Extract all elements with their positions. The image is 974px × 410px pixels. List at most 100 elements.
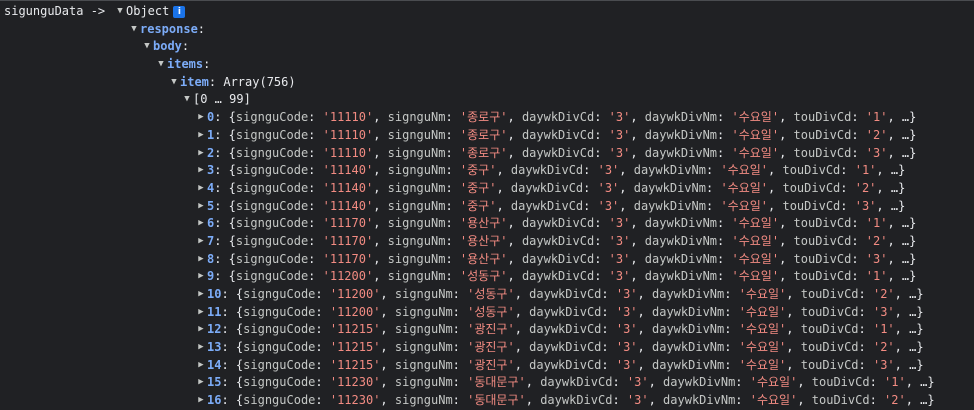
- collapsed-triangle-icon[interactable]: ▶: [195, 286, 207, 304]
- expanded-triangle-icon[interactable]: ▼: [155, 56, 167, 74]
- daywk-cd-value: '3': [597, 180, 620, 195]
- signgu-name-value: '용산구': [459, 251, 508, 266]
- collapsed-triangle-icon[interactable]: ▶: [195, 127, 207, 145]
- daywk-nm-value: '수요일': [720, 180, 769, 195]
- signgu-code-value: '11230': [329, 375, 381, 390]
- field-name: signguCode: [235, 198, 309, 213]
- collapsed-triangle-icon[interactable]: ▶: [195, 251, 207, 269]
- ellipsis: …: [890, 163, 899, 178]
- expanded-triangle-icon[interactable]: ▼: [128, 21, 140, 39]
- expanded-triangle-icon[interactable]: ▼: [141, 38, 153, 56]
- ellipsis: …: [890, 180, 899, 195]
- signgu-name-value: '종로구': [459, 145, 508, 160]
- daywk-nm-value: '수요일': [749, 375, 798, 390]
- field-name: daywkDivNm: [663, 393, 736, 408]
- array-rows: ▶ 0: {signguCode: '11110', signguNm: '종로구…: [0, 109, 974, 410]
- collapsed-triangle-icon[interactable]: ▶: [195, 304, 207, 322]
- collapsed-triangle-icon[interactable]: ▶: [195, 374, 207, 392]
- daywk-nm-value: '수요일': [749, 393, 798, 408]
- array-entry[interactable]: ▶ 15: {signguCode: '11230', signguNm: '동대…: [0, 374, 974, 392]
- array-entry[interactable]: ▶ 0: {signguCode: '11110', signguNm: '종로구…: [0, 109, 974, 127]
- field-name: daywkDivCd: [521, 110, 595, 125]
- collapsed-triangle-icon[interactable]: ▶: [195, 162, 207, 180]
- ellipsis: …: [890, 198, 899, 213]
- info-icon[interactable]: i: [173, 5, 186, 18]
- array-entry[interactable]: ▶ 12: {signguCode: '11215', signguNm: '광진…: [0, 321, 974, 339]
- daywk-nm-value: '수요일': [738, 304, 787, 319]
- field-name: daywkDivCd: [510, 163, 584, 178]
- field-name: touDivCd: [793, 110, 852, 125]
- expanded-triangle-icon[interactable]: ▼: [114, 3, 126, 21]
- collapsed-triangle-icon[interactable]: ▶: [195, 321, 207, 339]
- daywk-cd-value: '3': [608, 216, 631, 231]
- log-root-line[interactable]: sigunguData -> ▼ Object i: [0, 3, 974, 21]
- field-name: signguCode: [243, 375, 316, 390]
- field-name: signguCode: [243, 357, 316, 372]
- array-entry[interactable]: ▶ 2: {signguCode: '11110', signguNm: '종로구…: [0, 145, 974, 163]
- array-entry[interactable]: ▶ 10: {signguCode: '11200', signguNm: '성동…: [0, 286, 974, 304]
- field-name: daywkDivNm: [644, 110, 718, 125]
- collapsed-triangle-icon[interactable]: ▶: [195, 180, 207, 198]
- array-entry[interactable]: ▶ 6: {signguCode: '11170', signguNm: '용산구…: [0, 215, 974, 233]
- field-name: daywkDivCd: [521, 145, 595, 160]
- daywk-cd-value: '3': [615, 287, 638, 301]
- signgu-code-value: '11215': [329, 322, 381, 337]
- array-entry[interactable]: ▶ 9: {signguCode: '11200', signguNm: '성동구…: [0, 268, 974, 286]
- field-name: daywkDivCd: [529, 287, 602, 301]
- collapsed-triangle-icon[interactable]: ▶: [195, 215, 207, 233]
- field-name: daywkDivNm: [652, 304, 725, 319]
- signgu-code-value: '11110': [322, 127, 374, 142]
- daywk-nm-value: '수요일': [731, 216, 780, 231]
- field-name: touDivCd: [811, 375, 870, 390]
- node-key: response: [140, 21, 198, 36]
- collapsed-triangle-icon[interactable]: ▶: [195, 233, 207, 251]
- tou-cd-value: '3': [865, 145, 888, 160]
- array-summary: Array(756): [223, 74, 296, 89]
- tou-cd-value: '1': [865, 110, 888, 125]
- tree-node-body[interactable]: ▼ body:: [0, 38, 974, 56]
- tou-cd-value: '3': [872, 357, 895, 372]
- array-entry[interactable]: ▶ 8: {signguCode: '11170', signguNm: '용산구…: [0, 251, 974, 269]
- field-name: touDivCd: [800, 304, 859, 319]
- array-entry[interactable]: ▶ 4: {signguCode: '11140', signguNm: '중구'…: [0, 180, 974, 198]
- collapsed-triangle-icon[interactable]: ▶: [195, 109, 207, 127]
- field-name: signguNm: [394, 322, 453, 337]
- collapsed-triangle-icon[interactable]: ▶: [195, 339, 207, 357]
- array-entry[interactable]: ▶ 13: {signguCode: '11215', signguNm: '광진…: [0, 339, 974, 357]
- expanded-triangle-icon[interactable]: ▼: [168, 74, 180, 92]
- field-name: daywkDivCd: [529, 340, 602, 355]
- daywk-nm-value: '수요일': [731, 145, 780, 160]
- root-object-toggle[interactable]: ▼ Object i: [114, 3, 186, 21]
- array-entry[interactable]: ▶ 16: {signguCode: '11230', signguNm: '동대…: [0, 392, 974, 410]
- field-name: daywkDivNm: [652, 357, 725, 372]
- collapsed-triangle-icon[interactable]: ▶: [195, 357, 207, 375]
- tree-node-response[interactable]: ▼ response:: [0, 21, 974, 39]
- array-range-group[interactable]: ▼ [0 … 99]: [0, 91, 974, 109]
- signgu-name-value: '광진구': [467, 322, 515, 337]
- tree-node-items[interactable]: ▼ items:: [0, 56, 974, 74]
- array-entry[interactable]: ▶ 5: {signguCode: '11140', signguNm: '중구'…: [0, 198, 974, 216]
- expanded-triangle-icon[interactable]: ▼: [181, 91, 193, 109]
- daywk-cd-value: '3': [608, 127, 631, 142]
- collapsed-triangle-icon[interactable]: ▶: [195, 198, 207, 216]
- signgu-code-value: '11215': [329, 357, 381, 372]
- field-name: daywkDivNm: [644, 233, 718, 248]
- field-name: signguCode: [235, 251, 309, 266]
- signgu-code-value: '11140': [322, 163, 374, 178]
- array-entry[interactable]: ▶ 11: {signguCode: '11200', signguNm: '성동…: [0, 304, 974, 322]
- colon: :: [197, 21, 206, 36]
- array-entry[interactable]: ▶ 14: {signguCode: '11215', signguNm: '광진…: [0, 357, 974, 375]
- array-entry[interactable]: ▶ 3: {signguCode: '11140', signguNm: '중구'…: [0, 162, 974, 180]
- field-name: signguNm: [394, 357, 453, 372]
- field-name: touDivCd: [793, 233, 852, 248]
- tree-node-item[interactable]: ▼ item: Array(756): [0, 74, 974, 92]
- daywk-nm-value: '수요일': [731, 110, 780, 125]
- array-entry[interactable]: ▶ 7: {signguCode: '11170', signguNm: '용산구…: [0, 233, 974, 251]
- collapsed-triangle-icon[interactable]: ▶: [195, 145, 207, 163]
- daywk-nm-value: '수요일': [720, 163, 769, 178]
- daywk-cd-value: '3': [608, 110, 631, 125]
- field-name: touDivCd: [800, 287, 859, 301]
- collapsed-triangle-icon[interactable]: ▶: [195, 268, 207, 286]
- array-entry[interactable]: ▶ 1: {signguCode: '11110', signguNm: '종로구…: [0, 127, 974, 145]
- collapsed-triangle-icon[interactable]: ▶: [195, 392, 207, 410]
